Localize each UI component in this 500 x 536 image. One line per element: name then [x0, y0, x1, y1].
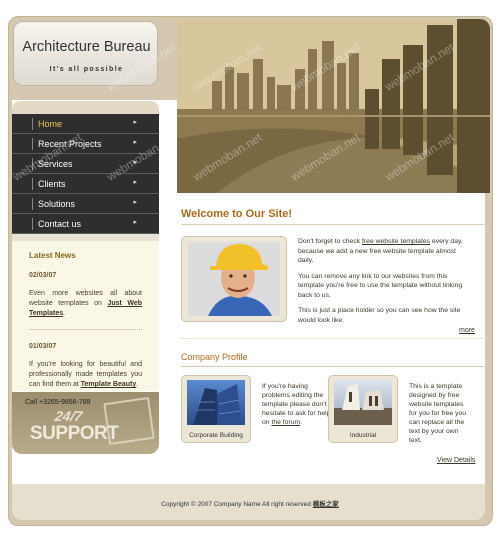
nav-item-label: Clients	[38, 178, 66, 189]
thumb-caption: Industrial	[349, 432, 377, 439]
sidebar-cap	[12, 101, 159, 115]
footer-copyright: Copyright © 2007 Company Name All right …	[0, 498, 500, 508]
free-templates-link[interactable]: free website templates	[362, 238, 430, 245]
nav-divider	[32, 158, 33, 170]
news-text: Even more websites all about website tem…	[29, 289, 142, 319]
text-segment: Don't forget to check	[298, 238, 363, 245]
news-text: If you're looking for beautiful and prof…	[29, 360, 142, 390]
latest-news-panel: Latest News 02/03/07 Even more websites …	[12, 241, 159, 402]
support-label: SUPPORT	[30, 423, 119, 444]
nav-item-label: Solutions	[38, 198, 76, 209]
nav-item-home[interactable]: Home ▸	[12, 114, 159, 134]
arrow-right-icon: ▸	[133, 139, 137, 146]
welcome-heading: Welcome to Our Site!	[181, 208, 293, 220]
arrow-right-icon: ▸	[133, 179, 137, 186]
main-navigation: Home ▸ Recent Projects ▸ Services ▸ Clie…	[12, 114, 159, 234]
nav-item-solutions[interactable]: Solutions ▸	[12, 194, 159, 214]
nav-item-label: Recent Projects	[38, 138, 102, 149]
worker-photo	[188, 242, 280, 316]
profile-text-2: This is a template designed by free webs…	[409, 383, 467, 444]
heading-rule	[181, 366, 486, 367]
forum-link[interactable]: the forum	[271, 419, 300, 426]
corporate-building-photo[interactable]	[187, 380, 245, 425]
news-heading: Latest News	[29, 251, 76, 260]
copyright-text: Copyright © 2007 Company Name All right …	[161, 501, 313, 508]
welcome-paragraph: Don't forget to check free website templ…	[298, 237, 470, 266]
support-phone: Call +3265-9856-789	[25, 399, 91, 406]
nav-item-recent-projects[interactable]: Recent Projects ▸	[12, 134, 159, 154]
nav-item-services[interactable]: Services ▸	[12, 154, 159, 174]
logo[interactable]: Architecture Bureau It's all possible	[13, 21, 158, 86]
news-end: .	[63, 310, 66, 317]
nav-item-contact-us[interactable]: Contact us ▸	[12, 214, 159, 234]
arrow-right-icon: ▸	[133, 219, 137, 226]
profile-text-1: If you're having problems editing the te…	[262, 382, 332, 427]
welcome-more-link[interactable]: more	[459, 327, 475, 334]
support-hours: 24/7	[53, 408, 84, 424]
footer-link[interactable]: 模板之家	[313, 501, 339, 508]
news-date: 02/03/07	[29, 272, 57, 279]
nav-item-label: Home	[38, 118, 63, 129]
nav-divider	[32, 218, 33, 230]
company-profile-heading: Company Profile	[181, 352, 248, 362]
arrow-right-icon: ▸	[133, 199, 137, 206]
worker-image	[188, 242, 280, 316]
logo-tagline: It's all possible	[49, 66, 124, 73]
nav-item-label: Contact us	[38, 218, 82, 229]
welcome-paragraph: You can remove any link to our websites …	[298, 272, 463, 299]
city-skyline-image	[177, 19, 490, 193]
news-separator	[29, 329, 142, 330]
logo-title: Architecture Bureau	[22, 39, 151, 55]
heading-rule	[181, 224, 486, 225]
news-date: 01/03/07	[29, 343, 57, 350]
view-details-link[interactable]: View Details	[437, 457, 475, 464]
nav-divider	[32, 198, 33, 210]
industrial-photo[interactable]	[334, 380, 392, 425]
industrial-image	[334, 384, 392, 425]
nav-item-label: Services	[38, 158, 73, 169]
hero-city-photo	[177, 19, 490, 193]
news-link[interactable]: Template Beauty	[81, 381, 137, 388]
welcome-paragraph: This is just a place holder so you can s…	[298, 307, 461, 324]
arrow-right-icon: ▸	[133, 159, 137, 166]
nav-divider	[32, 138, 33, 150]
thumb-caption: Corporate Building	[189, 432, 243, 439]
arrow-right-icon: ▸	[133, 119, 137, 126]
nav-divider	[32, 178, 33, 190]
support-banner: Call +3265-9856-789 24/7 SUPPORT	[12, 392, 159, 454]
section-rule	[181, 338, 486, 339]
news-end: .	[136, 381, 139, 388]
text-segment: .	[300, 419, 303, 426]
welcome-text: Don't forget to check free website templ…	[298, 237, 470, 331]
building-image	[193, 384, 241, 425]
nav-divider	[32, 118, 33, 130]
nav-item-clients[interactable]: Clients ▸	[12, 174, 159, 194]
